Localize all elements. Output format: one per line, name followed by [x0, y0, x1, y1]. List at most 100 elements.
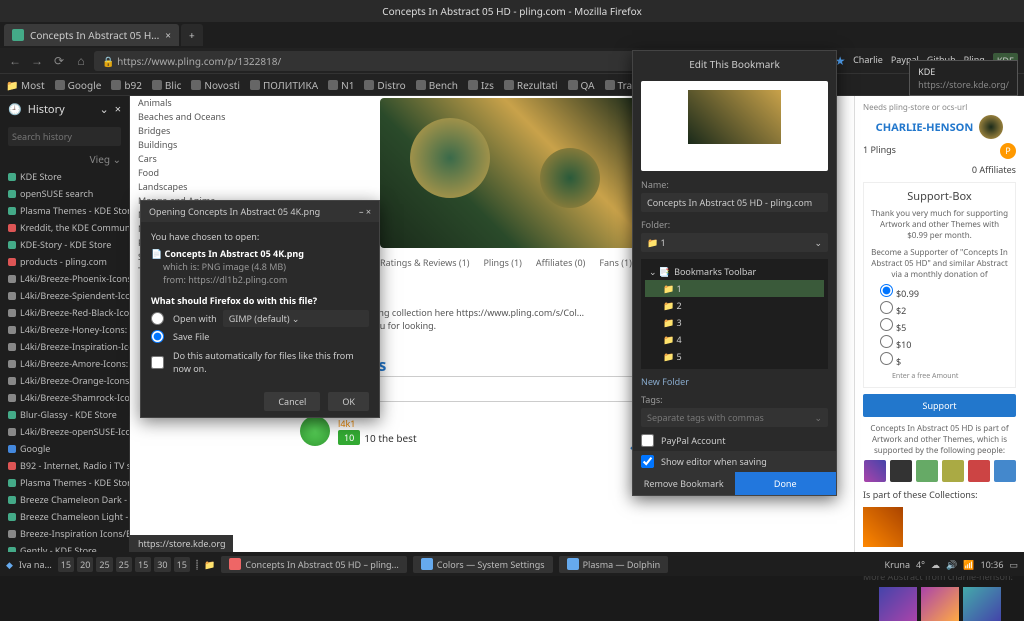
home-button[interactable]: ⌂ [72, 52, 90, 70]
virtual-desktop[interactable]: 30 [154, 557, 170, 572]
product-tab[interactable]: Fans (1) [599, 256, 631, 269]
remove-bookmark-button[interactable]: Remove Bookmark [633, 472, 735, 495]
bookmark-link[interactable]: b92 [111, 78, 142, 92]
chevron-down-icon[interactable]: ⌄ [814, 411, 822, 424]
category-link[interactable]: Cars [138, 152, 258, 166]
bookmark-link[interactable]: Blic [152, 78, 181, 92]
pinned-tab[interactable]: Charlie [853, 53, 883, 68]
cancel-button[interactable]: Cancel [264, 392, 320, 411]
back-button[interactable]: ← [6, 52, 24, 70]
minimize-icon[interactable]: – [359, 205, 364, 218]
history-item[interactable]: L4ki/Breeze-Orange-Icons: Ico [0, 372, 129, 389]
history-item[interactable]: Breeze Chameleon Light - KDE [0, 508, 129, 525]
supporter-avatar[interactable] [890, 460, 912, 482]
virtual-desktop[interactable]: 25 [96, 557, 112, 572]
tree-folder[interactable]: 📁 4 [645, 331, 824, 348]
related-thumb[interactable] [963, 587, 1001, 621]
support-button[interactable]: Support [863, 394, 1016, 417]
bookmark-link[interactable]: Bench [416, 78, 458, 92]
amount-radio[interactable] [880, 352, 893, 365]
author-link[interactable]: CHARLIE-HENSON [876, 120, 974, 135]
tree-folder[interactable]: 📁 5 [645, 348, 824, 365]
bookmark-link[interactable]: ПОЛИТИКА [250, 78, 318, 92]
virtual-desktop[interactable]: 15 [58, 557, 74, 572]
history-item[interactable]: products - pling.com [0, 253, 129, 270]
history-item[interactable]: Kreddit, the KDE Community o [0, 219, 129, 236]
virtual-desktop[interactable]: 20 [77, 557, 93, 572]
supporter-avatar[interactable] [968, 460, 990, 482]
category-link[interactable]: Beaches and Oceans [138, 110, 258, 124]
taskbar-task[interactable]: Colors — System Settings [413, 556, 553, 573]
history-item[interactable]: L4ki/Breeze-Honey-Icons: Icor [0, 321, 129, 338]
show-editor-checkbox[interactable] [641, 455, 654, 468]
volume-icon[interactable]: 🔊 [946, 558, 957, 571]
paypal-checkbox[interactable] [641, 434, 654, 447]
forward-button[interactable]: → [28, 52, 46, 70]
bookmark-link[interactable]: N1 [328, 78, 354, 92]
bookmark-link[interactable]: Novosti [191, 78, 240, 92]
bookmark-link[interactable]: Izs [468, 78, 494, 92]
product-tab[interactable]: Ratings & Reviews (1) [380, 256, 469, 269]
history-item[interactable]: Gently - KDE Store [0, 542, 129, 552]
history-item[interactable]: Blur-Glassy - KDE Store [0, 406, 129, 423]
tree-root[interactable]: ⌄ 📑 Bookmarks Toolbar [645, 263, 824, 280]
history-item[interactable]: L4ki/Breeze-Red-Black-Icons: [0, 304, 129, 321]
history-item[interactable]: openSUSE search [0, 185, 129, 202]
bookmark-folder[interactable]: 📁 Most [6, 78, 45, 92]
category-link[interactable]: Animals [138, 96, 258, 110]
tree-folder[interactable]: 📁 2 [645, 297, 824, 314]
related-thumb[interactable] [879, 587, 917, 621]
app-select[interactable]: GIMP (default) ⌄ [223, 310, 369, 327]
tree-folder[interactable]: 📁 1 [645, 280, 824, 297]
history-item[interactable]: Plasma Themes - KDE Store [0, 474, 129, 491]
product-tab[interactable]: Plings (1) [483, 256, 521, 269]
virtual-desktop[interactable]: 15 [174, 557, 190, 572]
history-item[interactable]: B92 - Internet, Radio i TV stani [0, 457, 129, 474]
history-item[interactable]: L4ki/Breeze-Amore-Icons: Icor [0, 355, 129, 372]
bookmark-link[interactable]: QA [568, 78, 595, 92]
open-with-radio[interactable] [151, 312, 164, 325]
weather-icon[interactable]: ☁ [931, 558, 940, 571]
amount-radio[interactable] [880, 301, 893, 314]
bookmark-link[interactable]: Rezultati [504, 78, 558, 92]
category-link[interactable]: Food [138, 166, 258, 180]
supporter-avatar[interactable] [942, 460, 964, 482]
virtual-desktop[interactable]: 15 [135, 557, 151, 572]
history-item[interactable]: L4ki/Breeze-Inspiration-Icons [0, 338, 129, 355]
amount-radio[interactable] [880, 318, 893, 331]
history-item[interactable]: KDE Store [0, 168, 129, 185]
history-item[interactable]: Breeze Chameleon Dark - KDE [0, 491, 129, 508]
taskbar-task[interactable]: Plasma — Dolphin [559, 556, 669, 573]
new-folder-link[interactable]: New Folder [633, 373, 836, 390]
history-item[interactable]: L4ki/Breeze-Spiendent-Icons: [0, 287, 129, 304]
close-icon[interactable]: × [115, 102, 121, 117]
browser-tab-active[interactable]: Concepts In Abstract 05 H... × [4, 24, 179, 46]
amount-radio[interactable] [880, 284, 893, 297]
product-tab[interactable]: Affiliates (0) [536, 256, 585, 269]
bookmark-folder-select[interactable]: 📁 1 ⌄ [641, 233, 828, 252]
history-item[interactable]: L4ki/Breeze-Shamrock-Icons: [0, 389, 129, 406]
ok-button[interactable]: OK [328, 392, 369, 411]
supporter-avatar[interactable] [994, 460, 1016, 482]
bookmark-link[interactable]: Distro [364, 78, 405, 92]
done-button[interactable]: Done [735, 472, 837, 495]
collection-thumb[interactable] [863, 507, 903, 547]
app-launcher-icon[interactable]: ◆ [6, 558, 13, 571]
amount-radio[interactable] [880, 335, 893, 348]
history-item[interactable]: Plasma Themes - KDE Store [0, 202, 129, 219]
category-link[interactable]: Landscapes [138, 180, 258, 194]
bookmark-link[interactable]: Google [55, 78, 102, 92]
history-item[interactable]: Breeze-Inspiration Icons/Bree [0, 525, 129, 542]
auto-checkbox[interactable] [151, 356, 164, 369]
history-filter[interactable]: Vieg ⌄ [0, 150, 129, 168]
reload-button[interactable]: ⟳ [50, 52, 68, 70]
bookmark-tags-input[interactable]: Separate tags with commas⌄ [641, 408, 828, 427]
history-item[interactable]: Google [0, 440, 129, 457]
save-file-radio[interactable] [151, 330, 164, 343]
files-icon[interactable]: 📁 [204, 558, 215, 571]
new-tab-button[interactable]: + [181, 24, 203, 46]
supporter-avatar[interactable] [864, 460, 886, 482]
history-item[interactable]: KDE-Story - KDE Store [0, 236, 129, 253]
close-icon[interactable]: × [366, 205, 371, 218]
related-thumb[interactable] [921, 587, 959, 621]
